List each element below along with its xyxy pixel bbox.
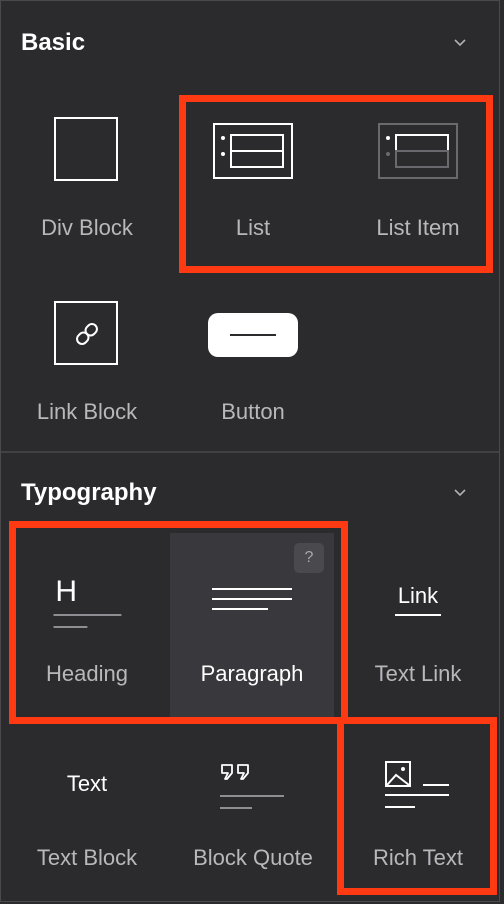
- button-icon: [208, 313, 298, 357]
- chevron-down-icon[interactable]: [453, 36, 467, 50]
- rich-text-icon: [385, 761, 449, 808]
- element-label: Text Link: [374, 661, 462, 686]
- element-div-block[interactable]: Div Block: [5, 87, 169, 271]
- heading-glyph: H: [55, 575, 77, 608]
- element-label: Paragraph: [200, 661, 304, 686]
- paragraph-icon: [212, 588, 292, 610]
- block-quote-icon: [220, 764, 284, 809]
- section-header-typography[interactable]: Typography: [1, 453, 499, 533]
- element-label: Div Block: [41, 215, 133, 240]
- element-label: Text Block: [36, 845, 138, 870]
- text-link-icon: Link: [336, 583, 499, 609]
- element-heading[interactable]: H Heading: [5, 533, 169, 717]
- element-label: List: [235, 215, 271, 240]
- element-list-item[interactable]: List Item: [336, 87, 499, 271]
- element-label: Rich Text: [372, 845, 464, 870]
- heading-icon: H: [53, 575, 122, 628]
- text-link-glyph: Link: [397, 583, 439, 608]
- element-label: Heading: [46, 661, 128, 686]
- help-badge[interactable]: ?: [294, 543, 324, 573]
- section-header-basic[interactable]: Basic: [1, 3, 499, 83]
- text-block-icon: Text: [5, 771, 169, 797]
- element-text-block[interactable]: Text Text Block: [5, 717, 169, 901]
- element-label: Button: [221, 399, 285, 424]
- div-block-icon: [54, 117, 118, 181]
- element-paragraph[interactable]: ? Paragraph: [170, 533, 334, 717]
- section-title: Basic: [21, 29, 86, 56]
- list-item-icon: [378, 123, 458, 179]
- element-link-block[interactable]: Link Block: [5, 271, 169, 455]
- element-block-quote[interactable]: Block Quote: [171, 717, 335, 901]
- element-label: Block Quote: [193, 845, 313, 870]
- list-icon: [213, 123, 293, 179]
- element-rich-text[interactable]: Rich Text: [336, 717, 499, 901]
- element-label: List Item: [376, 215, 460, 240]
- chevron-down-icon[interactable]: [453, 486, 467, 500]
- text-block-glyph: Text: [66, 771, 108, 796]
- link-block-icon: [54, 301, 118, 365]
- element-label: Link Block: [36, 399, 138, 424]
- text-link-underline: [395, 614, 441, 616]
- add-elements-panel: Basic Div Block List List Item Link Bloc…: [0, 0, 500, 902]
- element-list[interactable]: List: [171, 87, 335, 271]
- section-title: Typography: [21, 479, 157, 506]
- element-text-link[interactable]: Link Text Link: [336, 533, 499, 717]
- element-button[interactable]: Button: [171, 271, 335, 455]
